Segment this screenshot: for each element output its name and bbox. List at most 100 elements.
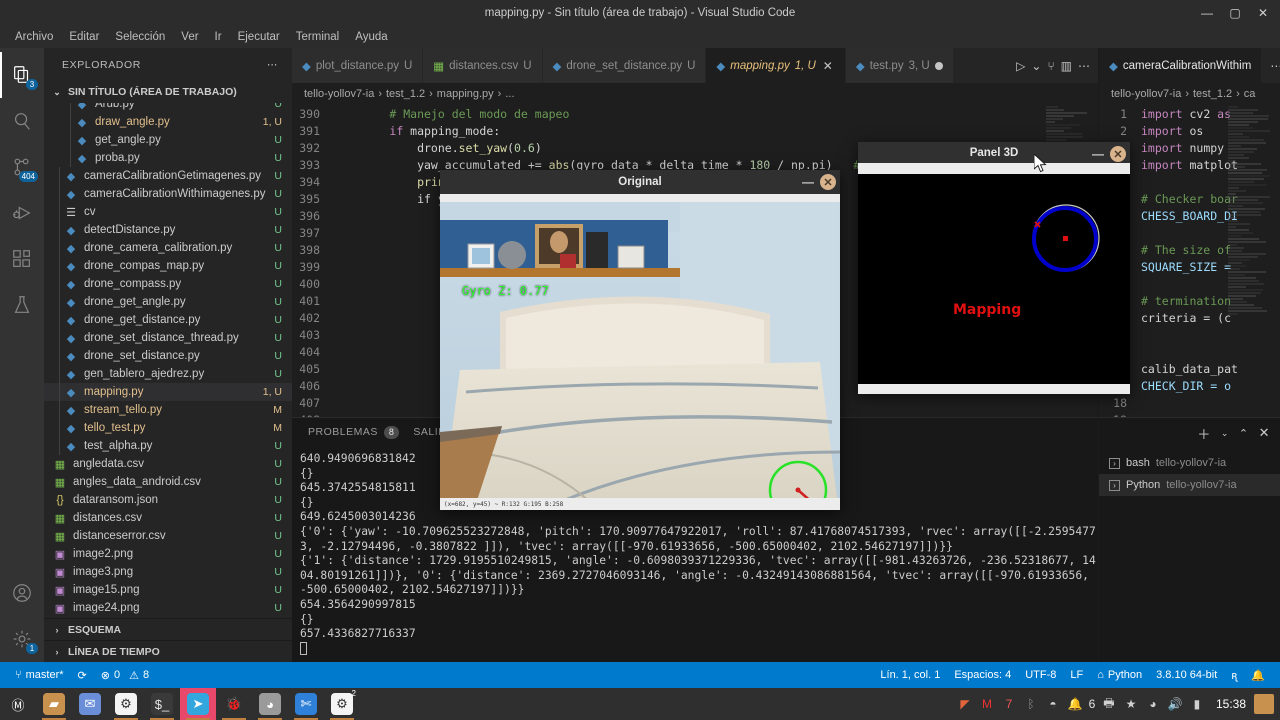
file-tree-item[interactable]: ◆ stream_tello.py M [44, 401, 292, 419]
tray-network-tray-icon[interactable]: ◕ [1142, 688, 1164, 720]
file-tree[interactable]: ◆ Arub.py U ◆ draw_angle.py 1, U ◆ get_angle.py… [44, 103, 292, 618]
menu-item-ir[interactable]: Ir [208, 29, 229, 45]
terminal-tab-bash[interactable]: › bash tello-yollov7-ia [1099, 452, 1280, 474]
chevron-down-icon[interactable]: ⌄ [1221, 428, 1229, 439]
terminal-list[interactable]: › bash tello-yollov7-ia › Python tello-yollov… [1099, 448, 1280, 648]
editor-tab-mapping-py[interactable]: ◆ mapping.py 1, U ✕ [706, 48, 845, 83]
status-feedback-icon[interactable]: ꭆ [1224, 662, 1244, 688]
file-tree-item[interactable]: ▦ angledata.csv U [44, 455, 292, 473]
taskbar-settings-icon[interactable]: ⚙ [108, 688, 144, 720]
file-tree-item[interactable]: ▦ angles_data_android.csv U [44, 473, 292, 491]
panel3d-window[interactable]: Panel 3D — ✕ Mapping [858, 142, 1130, 394]
menu-item-terminal[interactable]: Terminal [289, 29, 346, 45]
breadcrumb-right-segment[interactable]: ca [1244, 88, 1256, 100]
tray-gmail-tray-icon[interactable]: M [976, 688, 998, 720]
activitybar-item-source-control[interactable]: 404 [0, 144, 44, 190]
file-tree-item[interactable]: ◆ drone_get_angle.py U [44, 293, 292, 311]
tab-dirty-indicator[interactable] [935, 62, 943, 70]
menu-item-ejecutar[interactable]: Ejecutar [231, 29, 287, 45]
panel3d-close-button[interactable]: ✕ [1110, 146, 1126, 162]
status-branch[interactable]: ⑂ master* [8, 662, 71, 688]
file-tree-item[interactable]: ▣ image15.png U [44, 581, 292, 599]
file-tree-item[interactable]: ◆ drone_set_distance.py U [44, 347, 292, 365]
layout-icon[interactable]: ▥ [1061, 59, 1072, 73]
split-editor-icon[interactable]: ⑂ [1047, 59, 1054, 73]
original-titlebar[interactable]: Original — ✕ [440, 170, 840, 194]
panel3d-titlebar[interactable]: Panel 3D — ✕ [858, 142, 1130, 163]
activitybar-item-testing[interactable] [0, 282, 44, 328]
editor-tab-distances-csv[interactable]: ▦ distances.csv U [423, 48, 542, 83]
tab-close-icon[interactable]: ✕ [821, 59, 835, 73]
status-bell-icon[interactable]: 🔔 [1244, 662, 1272, 688]
menu-item-ver[interactable]: Ver [174, 29, 205, 45]
taskbar-files-icon[interactable]: ▰ [36, 688, 72, 720]
status-problems[interactable]: ⊗ 0 ⚠ 8 [94, 662, 156, 688]
panel3d-canvas[interactable]: Mapping [858, 174, 1130, 384]
breadcrumb-right[interactable]: tello-yollov7-ia › test_1.2 › ca [1099, 83, 1280, 105]
chevron-up-icon[interactable]: ⌃ [1239, 427, 1249, 440]
minimize-button[interactable]: — [1194, 2, 1220, 24]
file-tree-item[interactable]: ◆ Arub.py U [44, 103, 292, 113]
file-tree-item[interactable]: ▣image25.pngU [44, 617, 292, 618]
panel-tab-problemas[interactable]: PROBLEMAS 8 [308, 426, 399, 441]
activitybar-item-run-debug[interactable] [0, 190, 44, 236]
menu-item-seleccin[interactable]: Selección [108, 29, 172, 45]
taskbar-settings2-icon[interactable]: ⚙ 2 [324, 688, 360, 720]
tray-battery-tray-icon[interactable]: ▮ [1186, 688, 1208, 720]
activitybar-item-accounts[interactable] [0, 570, 44, 616]
file-tree-item[interactable]: ▣ image24.png U [44, 599, 292, 617]
file-tree-item[interactable]: ◆ drone_get_distance.py U [44, 311, 292, 329]
breadcrumb[interactable]: tello-yollov7-ia › test_1.2 › mapping.py ›... [292, 83, 1098, 105]
file-tree-item[interactable]: ◆ detectDistance.py U [44, 221, 292, 239]
breadcrumb-segment[interactable]: tello-yollov7-ia [304, 88, 374, 100]
tray-calendar-tray-icon[interactable]: 7 [998, 688, 1020, 720]
file-tree-item[interactable]: ◆ drone_compas_map.py U [44, 257, 292, 275]
taskbar-wifi-manager-icon[interactable]: ◕ [252, 688, 288, 720]
add-terminal-icon[interactable]: ＋ [1197, 424, 1211, 443]
tray-bluetooth-tray-icon[interactable]: ᛒ [1020, 688, 1042, 720]
original-minimize-button[interactable]: — [802, 175, 814, 189]
file-tree-item[interactable]: ◆ draw_angle.py 1, U [44, 113, 292, 131]
maximize-button[interactable]: ▢ [1222, 2, 1248, 24]
original-video-window[interactable]: Original — ✕ Gyro Z: 0.77 (x=682, y=45) … [440, 170, 840, 510]
file-tree-item[interactable]: ◆ drone_set_distance_thread.py U [44, 329, 292, 347]
more-icon[interactable]: ⋯ [1270, 59, 1280, 73]
status-sync[interactable]: ⟳ [71, 662, 94, 688]
tray-printer-tray-icon[interactable]: 🖶 [1098, 688, 1120, 720]
status-python-interpreter[interactable]: 3.8.10 64-bit [1149, 662, 1224, 688]
taskbar-clock[interactable]: 15:38 [1208, 697, 1254, 711]
menu-item-ayuda[interactable]: Ayuda [348, 29, 394, 45]
editor-tab-drone_set_distance-py[interactable]: ◆ drone_set_distance.py U [543, 48, 707, 83]
breadcrumb-segment[interactable]: mapping.py [437, 88, 494, 100]
file-tree-item[interactable]: ◆ tello_test.py M [44, 419, 292, 437]
breadcrumb-segment[interactable]: ... [505, 88, 514, 100]
taskbar-mail-icon[interactable]: ✉ [72, 688, 108, 720]
taskbar-debug-bug-icon[interactable]: 🐞 [216, 688, 252, 720]
status-eol[interactable]: LF [1063, 662, 1090, 688]
tray-shield-tray-icon[interactable]: ◓ [1042, 688, 1064, 720]
panel3d-minimize-button[interactable]: — [1092, 147, 1104, 161]
file-tree-item[interactable]: ▣ image2.png U [44, 545, 292, 563]
file-tree-item[interactable]: ◆ drone_camera_calibration.py U [44, 239, 292, 257]
taskbar-vscode-icon[interactable]: ✄ [288, 688, 324, 720]
taskbar-terminal-icon[interactable]: $_ [144, 688, 180, 720]
close-icon[interactable]: ✕ [1259, 425, 1270, 441]
more-icon[interactable]: ⋯ [1078, 59, 1090, 73]
minimap-right[interactable] [1228, 105, 1272, 417]
run-icon[interactable]: ▷ [1016, 59, 1025, 73]
file-tree-item[interactable]: ▦ distances.csv U [44, 509, 292, 527]
taskbar-telegram-icon[interactable]: ➤ [180, 688, 216, 720]
sidebar-section-timeline[interactable]: › LÍNEA DE TIEMPO [44, 640, 292, 662]
file-tree-item[interactable]: ◆ drone_compass.py U [44, 275, 292, 293]
menu-item-editar[interactable]: Editar [62, 29, 106, 45]
tray-firefox-tray-icon[interactable]: ◤ [954, 688, 976, 720]
file-tree-item[interactable]: ◆ mapping.py 1, U [44, 383, 292, 401]
taskbar-linux-mint-menu-icon[interactable]: Ⓜ [0, 688, 36, 720]
file-tree-item[interactable]: ▣ image3.png U [44, 563, 292, 581]
original-toolbar[interactable] [440, 194, 840, 202]
breadcrumb-right-segment[interactable]: tello-yollov7-ia [1111, 88, 1181, 100]
file-tree-item[interactable]: ◆ cameraCalibrationWithimagenes.py U [44, 185, 292, 203]
status-language-mode[interactable]: ⌂ Python [1090, 662, 1149, 688]
show-desktop-icon[interactable] [1254, 694, 1274, 714]
activitybar-item-search[interactable] [0, 98, 44, 144]
